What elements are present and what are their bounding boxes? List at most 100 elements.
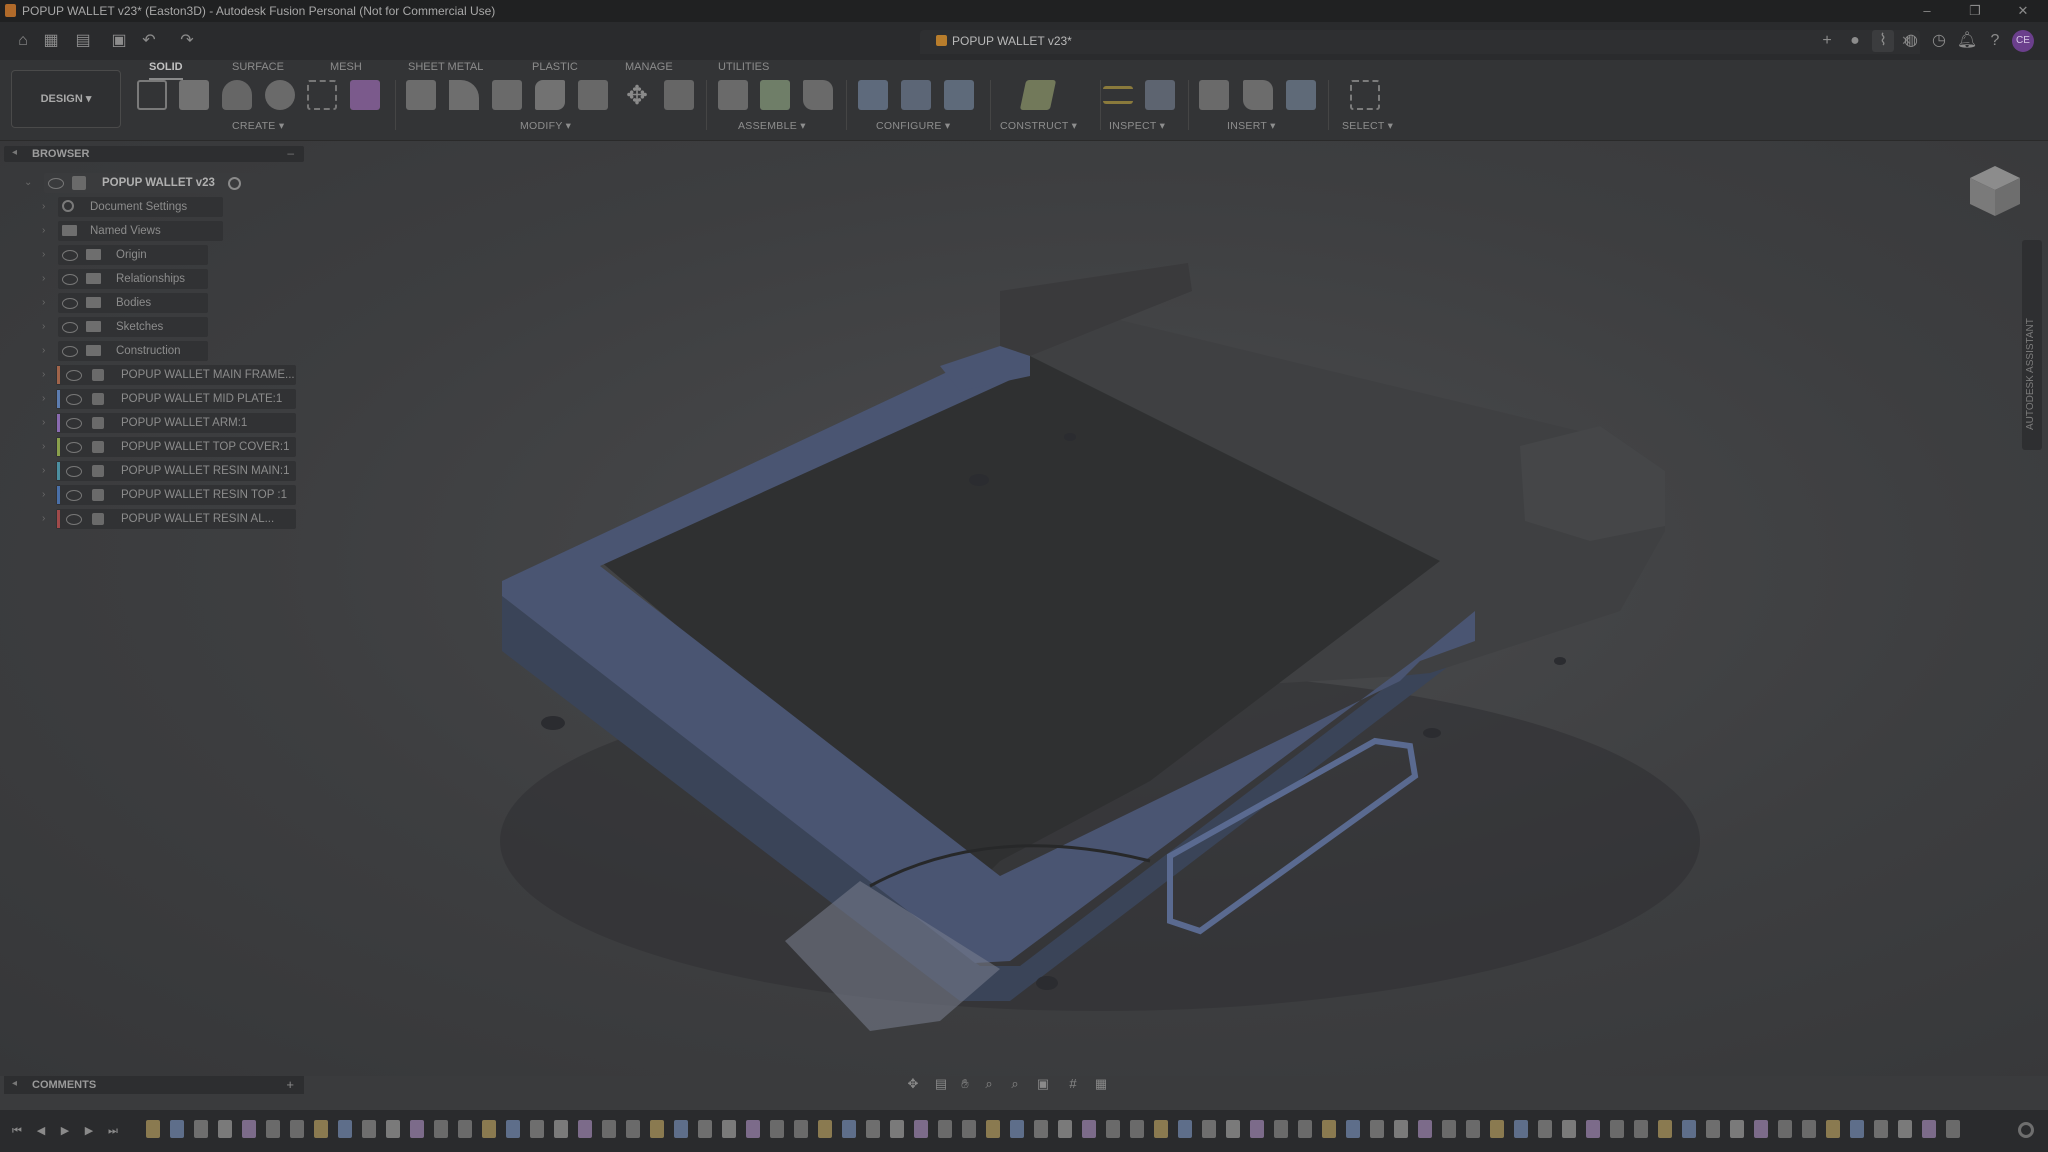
- timeline-feature-icon[interactable]: [530, 1120, 544, 1138]
- timeline-feature-icon[interactable]: [1442, 1120, 1456, 1138]
- orbit-icon[interactable]: ✥: [905, 1076, 921, 1092]
- configure-menu[interactable]: CONFIGURE ▾: [876, 120, 951, 132]
- fit-icon[interactable]: ⌕: [1007, 1076, 1023, 1092]
- expand-chevron-icon[interactable]: ⌄: [24, 172, 34, 194]
- as-built-joint-icon[interactable]: [760, 80, 790, 110]
- browser-item[interactable]: › Relationships: [42, 268, 282, 290]
- timeline-feature-icon[interactable]: [914, 1120, 928, 1138]
- user-avatar[interactable]: CE: [2012, 30, 2034, 52]
- section-analysis-icon[interactable]: [1145, 80, 1175, 110]
- timeline-feature-icon[interactable]: [1322, 1120, 1336, 1138]
- browser-item[interactable]: › Sketches: [42, 316, 282, 338]
- close-window-button[interactable]: ✕: [2008, 2, 2038, 20]
- timeline-feature-icon[interactable]: [818, 1120, 832, 1138]
- timeline-feature-icon[interactable]: [1922, 1120, 1936, 1138]
- expand-chevron-icon[interactable]: ›: [42, 364, 52, 386]
- timeline-feature-icon[interactable]: [1466, 1120, 1480, 1138]
- tab-utilities[interactable]: UTILITIES: [718, 60, 769, 78]
- timeline-feature-icon[interactable]: [146, 1120, 160, 1138]
- timeline-feature-icon[interactable]: [1106, 1120, 1120, 1138]
- fillet-icon[interactable]: [449, 80, 479, 110]
- workspace-switcher[interactable]: DESIGN ▾: [11, 70, 121, 128]
- browser-item[interactable]: › Origin: [42, 244, 282, 266]
- configure-table-icon[interactable]: [858, 80, 888, 110]
- timeline-feature-icon[interactable]: [1778, 1120, 1792, 1138]
- browser-item[interactable]: › Document Settings: [42, 196, 282, 218]
- timeline-feature-icon[interactable]: [1946, 1120, 1960, 1138]
- timeline-feature-icon[interactable]: [386, 1120, 400, 1138]
- timeline-end-icon[interactable]: ⏭︎: [106, 1124, 120, 1138]
- collapse-browser-icon[interactable]: ◂: [12, 147, 17, 158]
- timeline-feature-icon[interactable]: [1706, 1120, 1720, 1138]
- visibility-eye-icon[interactable]: [66, 370, 82, 381]
- visibility-eye-icon[interactable]: [66, 514, 82, 525]
- collapse-comments-icon[interactable]: ◂: [12, 1078, 17, 1089]
- offset-plane-icon[interactable]: [1019, 80, 1057, 110]
- browser-component-item[interactable]: › POPUP WALLET RESIN TOP :1: [42, 484, 302, 506]
- timeline-feature-icon[interactable]: [314, 1120, 328, 1138]
- timeline-feature-icon[interactable]: [1130, 1120, 1144, 1138]
- timeline-feature-icon[interactable]: [986, 1120, 1000, 1138]
- expand-chevron-icon[interactable]: ›: [42, 292, 52, 314]
- browser-item[interactable]: › Named Views: [42, 220, 282, 242]
- timeline-feature-icon[interactable]: [890, 1120, 904, 1138]
- browser-options-icon[interactable]: –: [287, 146, 294, 160]
- create-menu[interactable]: CREATE ▾: [232, 120, 284, 132]
- viewports-icon[interactable]: ▦: [1093, 1076, 1109, 1092]
- look-at-icon[interactable]: ▤: [933, 1076, 949, 1092]
- expand-chevron-icon[interactable]: ›: [42, 196, 52, 218]
- timeline-feature-icon[interactable]: [242, 1120, 256, 1138]
- save-icon[interactable]: ▣: [108, 30, 130, 52]
- timeline-start-icon[interactable]: ⏮︎: [10, 1124, 24, 1138]
- timeline-feature-icon[interactable]: [770, 1120, 784, 1138]
- timeline-feature-icon[interactable]: [602, 1120, 616, 1138]
- timeline-feature-icon[interactable]: [170, 1120, 184, 1138]
- canvas-image-icon[interactable]: [1286, 80, 1316, 110]
- align-icon[interactable]: [664, 80, 694, 110]
- select-window-icon[interactable]: [1350, 80, 1380, 110]
- new-component-icon[interactable]: [350, 80, 380, 110]
- timeline-feature-icon[interactable]: [1826, 1120, 1840, 1138]
- measure-icon[interactable]: [1103, 86, 1133, 104]
- display-settings-icon[interactable]: ▣: [1035, 1076, 1051, 1092]
- timeline-feature-icon[interactable]: [410, 1120, 424, 1138]
- timeline-feature-icon[interactable]: [554, 1120, 568, 1138]
- timeline-feature-icon[interactable]: [1274, 1120, 1288, 1138]
- timeline-feature-icon[interactable]: [194, 1120, 208, 1138]
- visibility-eye-icon[interactable]: [48, 178, 64, 189]
- split-body-icon[interactable]: [578, 80, 608, 110]
- timeline-feature-icon[interactable]: [362, 1120, 376, 1138]
- timeline-feature-icon[interactable]: [1370, 1120, 1384, 1138]
- visibility-eye-icon[interactable]: [66, 442, 82, 453]
- timeline-feature-icon[interactable]: [1250, 1120, 1264, 1138]
- browser-component-item[interactable]: › POPUP WALLET MAIN FRAME...: [42, 364, 302, 386]
- press-pull-icon[interactable]: [406, 80, 436, 110]
- home-icon[interactable]: ⌂: [12, 30, 34, 52]
- timeline-feature-icon[interactable]: [1610, 1120, 1624, 1138]
- move-copy-icon[interactable]: ✥: [622, 80, 652, 110]
- visibility-eye-icon[interactable]: [66, 466, 82, 477]
- document-tab[interactable]: POPUP WALLET v23* ✕: [920, 30, 1920, 54]
- timeline-feature-icon[interactable]: [1394, 1120, 1408, 1138]
- timeline-feature-icon[interactable]: [674, 1120, 688, 1138]
- tab-solid[interactable]: SOLID: [149, 60, 183, 80]
- timeline-feature-icon[interactable]: [1754, 1120, 1768, 1138]
- clock-icon[interactable]: ◷: [1928, 30, 1950, 52]
- grid-settings-icon[interactable]: #: [1065, 1076, 1081, 1092]
- extrude-icon[interactable]: [179, 80, 209, 110]
- timeline-feature-icon[interactable]: [1682, 1120, 1696, 1138]
- timeline-feature-icon[interactable]: [722, 1120, 736, 1138]
- extensions-icon[interactable]: ●: [1844, 30, 1866, 52]
- timeline-feature-icon[interactable]: [338, 1120, 352, 1138]
- visibility-eye-icon[interactable]: [66, 418, 82, 429]
- timeline-feature-icon[interactable]: [842, 1120, 856, 1138]
- timeline-feature-icon[interactable]: [962, 1120, 976, 1138]
- expand-chevron-icon[interactable]: ›: [42, 436, 52, 458]
- notifications-bell-icon[interactable]: 🔔︎: [1956, 30, 1978, 52]
- expand-chevron-icon[interactable]: ›: [42, 220, 52, 242]
- expand-chevron-icon[interactable]: ›: [42, 388, 52, 410]
- timeline-settings-gear-icon[interactable]: [2018, 1122, 2034, 1138]
- timeline-step-forward-icon[interactable]: ▶: [82, 1124, 96, 1138]
- browser-component-item[interactable]: › POPUP WALLET ARM:1: [42, 412, 302, 434]
- expand-chevron-icon[interactable]: ›: [42, 412, 52, 434]
